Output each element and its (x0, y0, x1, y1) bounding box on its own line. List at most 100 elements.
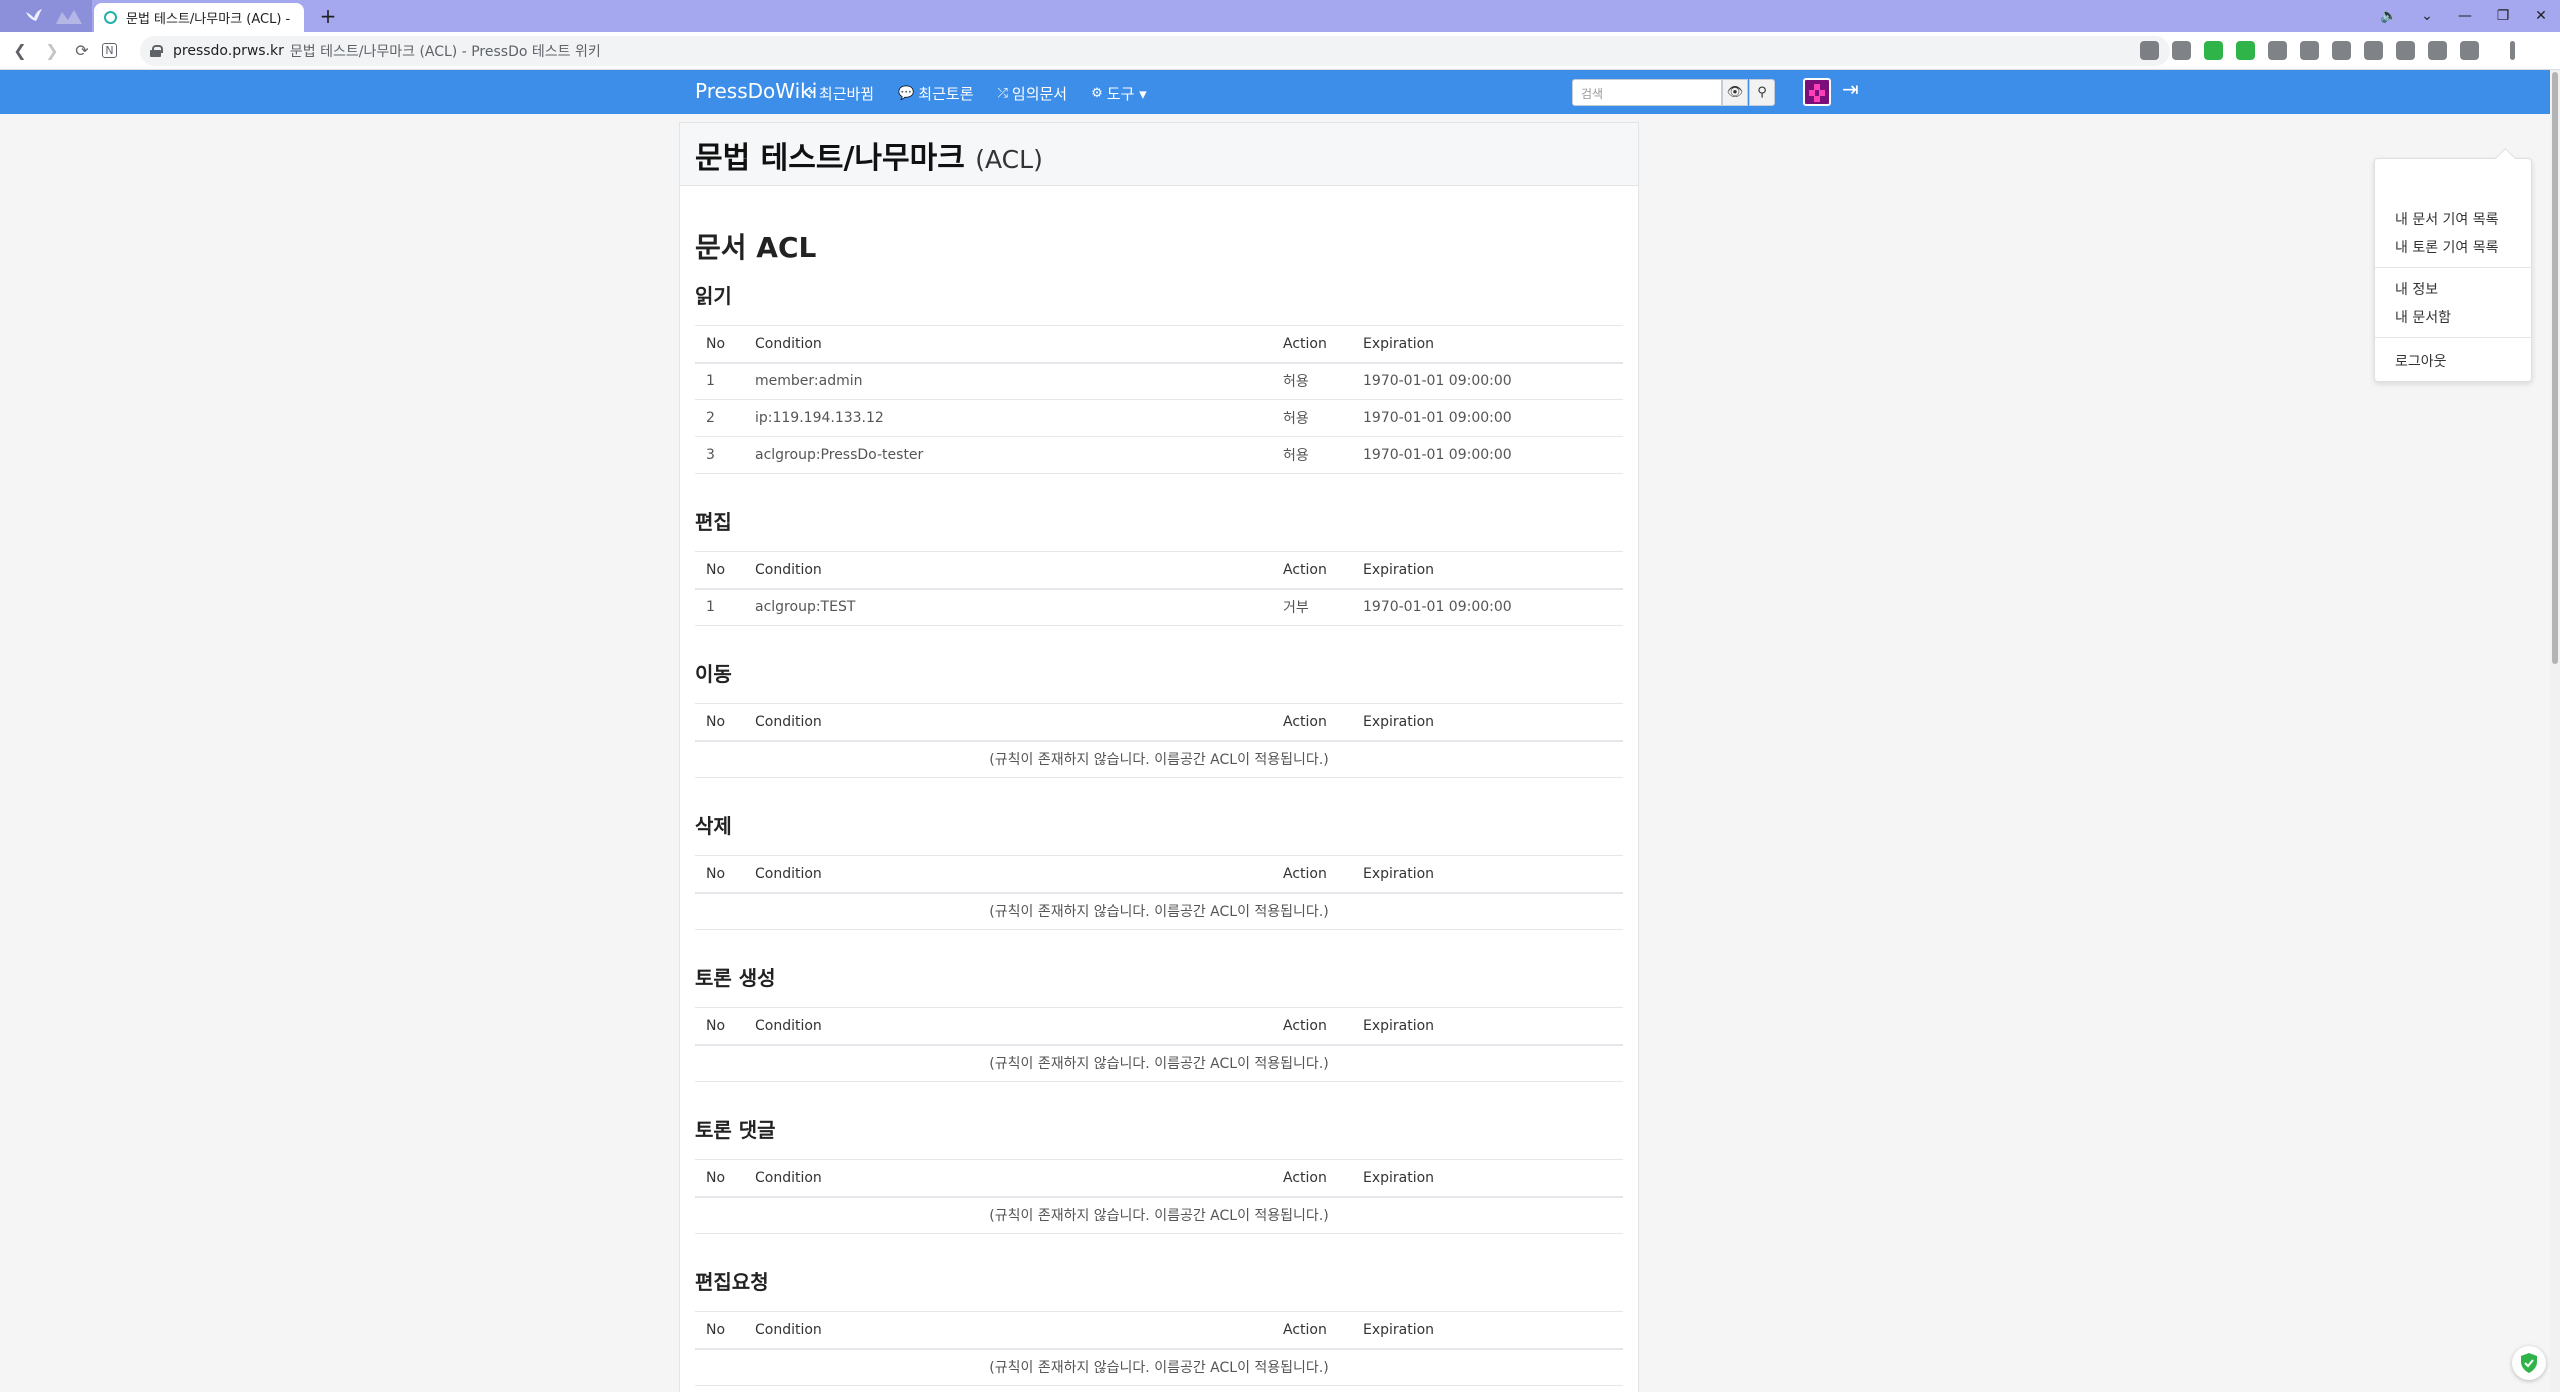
url-host: pressdo.prws.kr (173, 43, 284, 59)
lock-icon[interactable] (150, 45, 163, 57)
col-condition: Condition (755, 1159, 1283, 1198)
col-no: No (695, 703, 755, 742)
close-window-button[interactable]: ✕ (2522, 8, 2560, 24)
nav-label: 도구 ▾ (1106, 85, 1147, 103)
extension-icon[interactable] (2204, 41, 2223, 60)
address-bar[interactable]: pressdo.prws.kr 문법 테스트/나무마크 (ACL) - Pres… (140, 36, 2170, 66)
cell-no: 1 (695, 362, 755, 400)
col-condition: Condition (755, 551, 1283, 590)
extension-icon[interactable] (2300, 41, 2319, 60)
nav-links: ⟳ 최근바뀜 💬 최근토론 ⤮ 임의문서 ⚙ 도구 ▾ (804, 83, 1147, 104)
col-no: No (695, 1159, 755, 1198)
nav-recent-changes[interactable]: ⟳ 최근바뀜 (804, 83, 874, 104)
cell-condition: ip:119.194.133.12 (755, 399, 1283, 437)
screenshot-icon[interactable] (2428, 41, 2447, 60)
table-row: (규칙이 존재하지 않습니다. 이름공간 ACL이 적용됩니다.) (695, 740, 1623, 778)
pinned-tabs-area[interactable] (0, 0, 92, 32)
table-header: No Condition Action Expiration (695, 855, 1623, 894)
shield-check-icon (2521, 1353, 2537, 1373)
cell-no: 1 (695, 588, 755, 626)
security-badge[interactable] (2512, 1346, 2546, 1380)
acl-section-write-thread-comment: 토론 댓글 No Condition Action Expiration (규칙… (695, 1114, 1623, 1234)
col-no: No (695, 855, 755, 894)
search-input[interactable]: 검색 (1572, 79, 1722, 106)
acl-section-delete: 삭제 No Condition Action Expiration (규칙이 존… (695, 810, 1623, 930)
forward-icon[interactable]: ❯ (42, 41, 62, 61)
document-name: 문법 테스트/나무마크 (695, 141, 965, 176)
search-button[interactable]: ⚲ (1749, 79, 1775, 106)
bird-icon (26, 9, 42, 21)
acl-heading: 문서 ACL (695, 231, 817, 264)
section-title: 읽기 (695, 284, 732, 308)
scrollbar-thumb[interactable] (2552, 72, 2558, 664)
section-title: 편집 (695, 510, 732, 534)
browser-tabstrip: 문법 테스트/나무마크 (ACL) - P + 🔈 ⌄ — ❐ ✕ (0, 0, 2560, 32)
active-tab[interactable]: 문법 테스트/나무마크 (ACL) - P (94, 3, 304, 32)
section-title: 이동 (695, 662, 732, 686)
reader-mode-icon[interactable]: N (102, 43, 117, 58)
acl-table: No Condition Action Expiration (규칙이 존재하지… (695, 1007, 1623, 1082)
cell-expiration: 1970-01-01 09:00:00 (1363, 362, 1623, 400)
table-header: No Condition Action Expiration (695, 703, 1623, 742)
site-navbar: PressDoWiki ⟳ 최근바뀜 💬 최근토론 ⤮ 임의문서 ⚙ 도구 ▾ … (0, 70, 2560, 114)
table-row: 1 member:admin 허용 1970-01-01 09:00:00 (695, 362, 1623, 400)
cell-condition: member:admin (755, 362, 1283, 400)
shield-extension-icon[interactable] (2236, 41, 2255, 60)
playlist-icon[interactable] (2332, 41, 2351, 60)
restore-button[interactable]: ❐ (2484, 8, 2522, 24)
comments-icon: 💬 (898, 86, 915, 101)
table-header: No Condition Action Expiration (695, 1311, 1623, 1350)
table-row: 3 aclgroup:PressDo-tester 허용 1970-01-01 … (695, 436, 1623, 474)
sidebar-icon[interactable] (2460, 41, 2479, 60)
minimize-button[interactable]: — (2446, 8, 2484, 24)
download-icon[interactable] (2364, 41, 2383, 60)
table-row: (규칙이 존재하지 않습니다. 이름공간 ACL이 적용됩니다.) (695, 1196, 1623, 1234)
go-document-button[interactable]: 👁 (1722, 79, 1748, 106)
acl-section-create-thread: 토론 생성 No Condition Action Expiration (규칙… (695, 962, 1623, 1082)
extension-icon[interactable] (2172, 41, 2191, 60)
menu-item-my-starred[interactable]: 내 문서함 (2395, 307, 2451, 327)
menu-item-logout[interactable]: 로그아웃 (2395, 351, 2447, 371)
col-condition: Condition (755, 855, 1283, 894)
logout-icon[interactable]: ⇥ (1842, 77, 1859, 101)
translate-icon[interactable] (2140, 41, 2159, 60)
col-expiration: Expiration (1363, 1159, 1623, 1198)
cell-no: 3 (695, 436, 755, 474)
menu-item-discussion-contributions[interactable]: 내 토론 기여 목록 (2395, 237, 2499, 257)
cell-expiration: 1970-01-01 09:00:00 (1363, 399, 1623, 437)
col-condition: Condition (755, 325, 1283, 364)
tab-audio-icon[interactable]: 🔈 (2370, 8, 2408, 24)
cell-no: 2 (695, 399, 755, 437)
new-tab-button[interactable]: + (316, 4, 340, 28)
back-icon[interactable]: ❮ (10, 41, 30, 61)
menu-item-document-contributions[interactable]: 내 문서 기여 목록 (2395, 209, 2499, 229)
col-action: Action (1283, 1007, 1363, 1046)
empty-rule-message: (규칙이 존재하지 않습니다. 이름공간 ACL이 적용됩니다.) (695, 1196, 1623, 1234)
empty-rule-message: (규칙이 존재하지 않습니다. 이름공간 ACL이 적용됩니다.) (695, 1348, 1623, 1386)
col-condition: Condition (755, 1007, 1283, 1046)
page-title: 문법 테스트/나무마크 (ACL) (695, 133, 1623, 177)
site-brand[interactable]: PressDoWiki (695, 79, 817, 103)
nav-recent-discussions[interactable]: 💬 최근토론 (898, 83, 973, 104)
page-title-suffix: (ACL) (975, 145, 1043, 174)
menu-item-my-info[interactable]: 내 정보 (2395, 279, 2438, 299)
col-expiration: Expiration (1363, 703, 1623, 742)
extension-icon[interactable] (2268, 41, 2287, 60)
eye-icon: 👁 (1726, 85, 1744, 100)
user-avatar[interactable] (1803, 78, 1831, 106)
nav-label: 최근토론 (918, 85, 974, 103)
table-row: (규칙이 존재하지 않습니다. 이름공간 ACL이 적용됩니다.) (695, 1348, 1623, 1386)
nav-tools-dropdown[interactable]: ⚙ 도구 ▾ (1091, 83, 1147, 104)
acl-table: No Condition Action Expiration (규칙이 존재하지… (695, 1159, 1623, 1234)
section-title: 토론 댓글 (695, 1118, 776, 1142)
collections-icon[interactable] (2396, 41, 2415, 60)
table-header: No Condition Action Expiration (695, 325, 1623, 364)
table-header: No Condition Action Expiration (695, 1159, 1623, 1198)
cell-action: 허용 (1283, 399, 1363, 437)
nav-random-document[interactable]: ⤮ 임의문서 (998, 83, 1068, 104)
tab-search-icon[interactable]: ⌄ (2408, 8, 2446, 24)
nav-label: 최근바뀜 (818, 85, 875, 103)
more-menu-icon[interactable] (2510, 41, 2515, 60)
reload-icon[interactable]: ⟳ (72, 41, 92, 61)
menu-divider (2375, 267, 2531, 268)
